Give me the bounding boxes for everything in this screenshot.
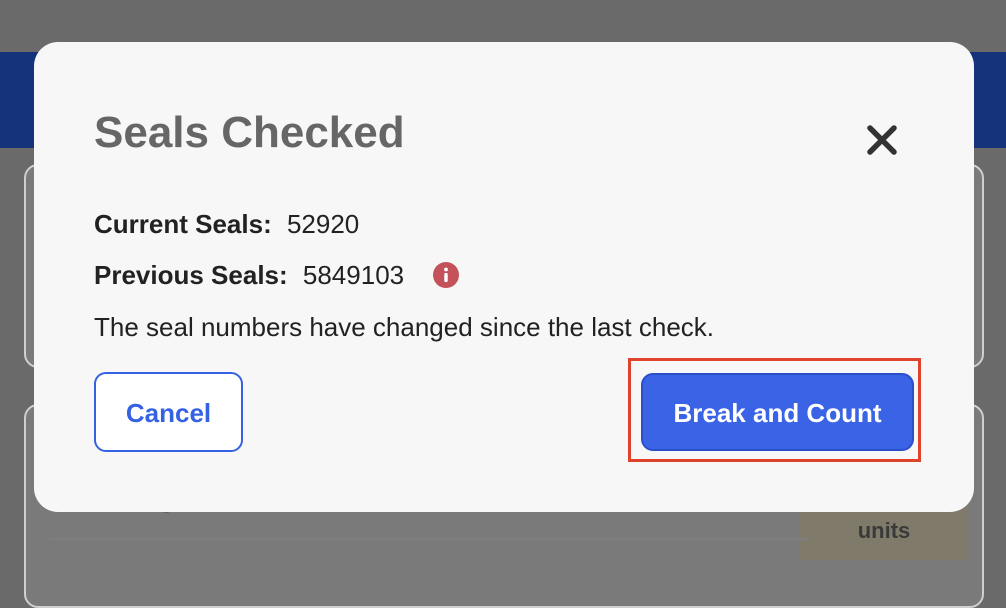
cancel-button[interactable]: Cancel: [94, 372, 243, 452]
seals-checked-dialog: Seals Checked Current Seals: 52920 Previ…: [34, 42, 974, 512]
previous-seals-row: Previous Seals: 5849103: [94, 259, 460, 291]
previous-seals-label: Previous Seals:: [94, 260, 288, 290]
seal-change-message: The seal numbers have changed since the …: [94, 312, 715, 342]
close-icon: [867, 125, 897, 155]
break-and-count-button[interactable]: Break and Count: [641, 373, 914, 451]
current-seals-row: Current Seals: 52920: [94, 208, 359, 240]
previous-seals-value: 5849103: [302, 260, 405, 290]
close-button[interactable]: [860, 118, 904, 162]
background-divider: [50, 538, 810, 540]
info-icon[interactable]: [433, 262, 460, 289]
current-seals-label: Current Seals:: [94, 209, 272, 239]
current-seals-value: 52920: [286, 209, 360, 239]
dialog-title: Seals Checked: [94, 108, 405, 157]
